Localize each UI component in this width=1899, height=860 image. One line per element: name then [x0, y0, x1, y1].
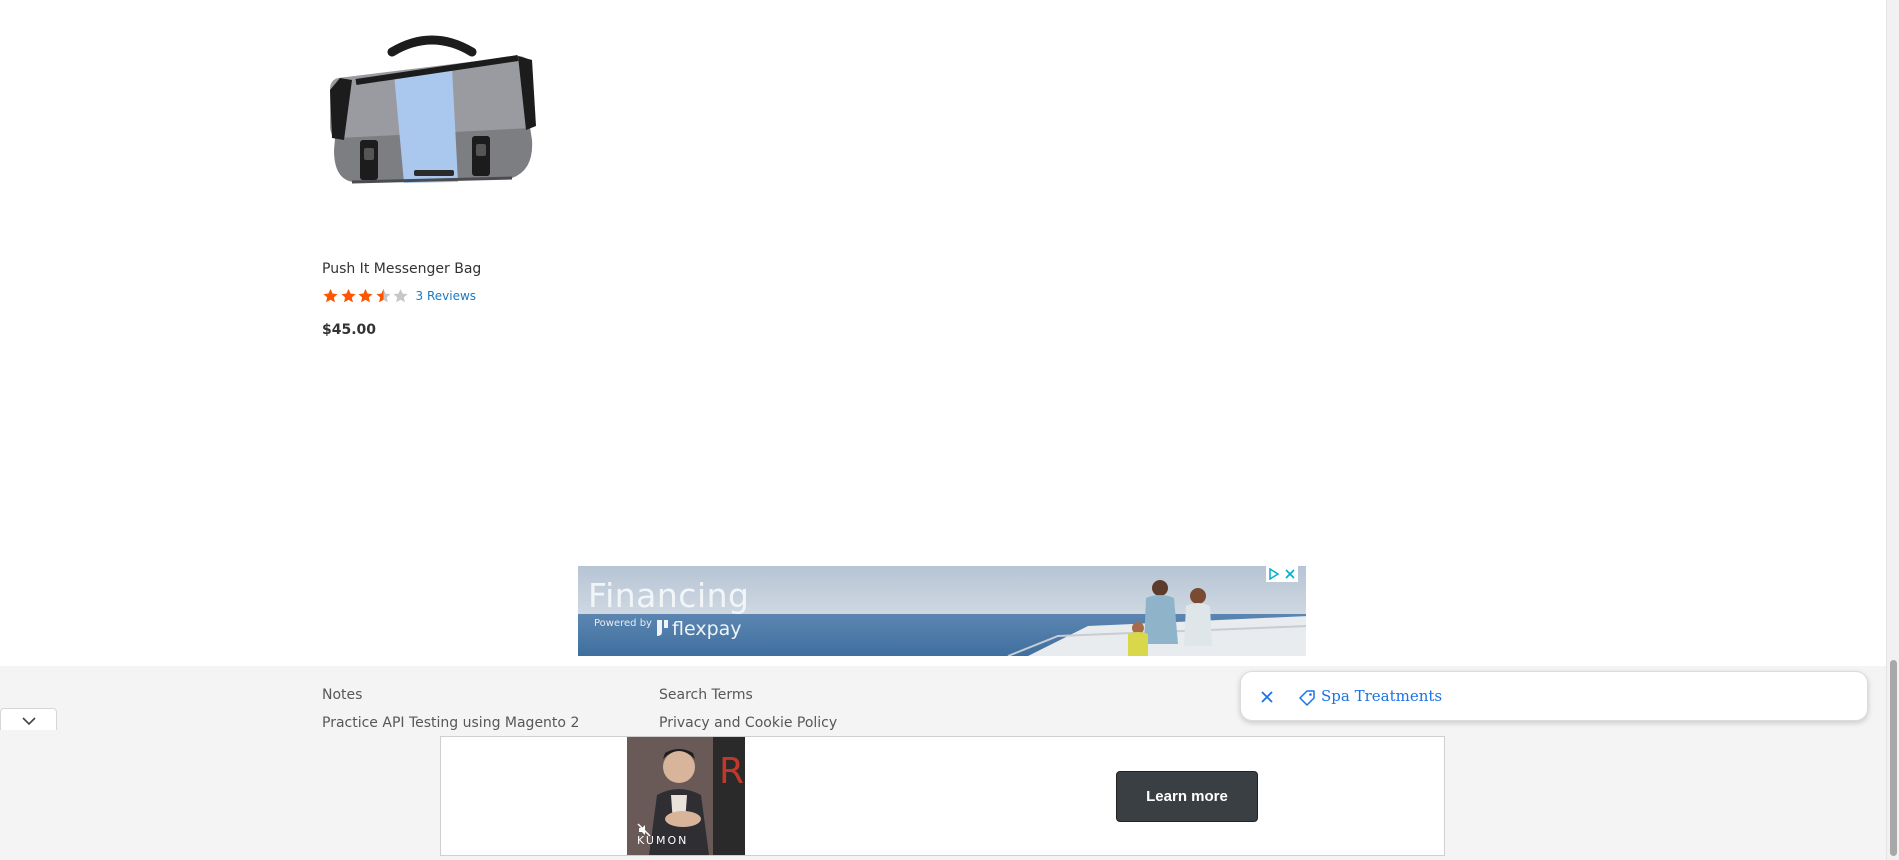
close-ad-icon[interactable] — [1284, 566, 1296, 584]
footer-link-notes[interactable]: Notes — [322, 687, 362, 703]
product-image[interactable] — [322, 30, 542, 190]
footer-link-practice-api[interactable]: Practice API Testing using Magento 2 — [322, 715, 579, 731]
ad-video[interactable]: R KUMON — [627, 737, 745, 855]
product-card: Push It Messenger Bag 3 Reviews $45.00 — [322, 30, 542, 338]
suggestion-pill[interactable]: Spa Treatments — [1240, 671, 1868, 721]
scrollbar-thumb[interactable] — [1890, 660, 1897, 856]
rating-stars — [322, 288, 410, 304]
suggestion-label[interactable]: Spa Treatments — [1321, 687, 1442, 705]
tag-icon — [1299, 690, 1315, 706]
footer-link-search-terms[interactable]: Search Terms — [659, 687, 753, 703]
family-illustration — [1128, 580, 1212, 656]
bottom-video-ad[interactable]: R KUMON Learn more — [440, 736, 1445, 856]
flexpay-logo-icon — [657, 620, 668, 636]
learn-more-button[interactable]: Learn more — [1116, 771, 1258, 822]
star-icon — [322, 288, 340, 304]
banner-title: Financing — [588, 576, 750, 615]
footer-link-privacy[interactable]: Privacy and Cookie Policy — [659, 715, 837, 731]
svg-text:R: R — [719, 751, 744, 792]
page-scrollbar[interactable] — [1886, 0, 1899, 860]
star-icon — [357, 288, 375, 304]
collapse-ad-button[interactable] — [0, 708, 57, 732]
financing-banner-ad[interactable]: Financing Powered by flexpay — [578, 566, 1306, 656]
chevron-down-icon — [21, 711, 36, 730]
reviews-link[interactable]: 3 Reviews — [416, 289, 477, 303]
product-name-link[interactable]: Push It Messenger Bag — [322, 261, 481, 277]
product-price: $45.00 — [322, 322, 377, 338]
star-icon — [340, 288, 358, 304]
banner-brand: flexpay — [672, 618, 742, 640]
product-rating: 3 Reviews — [322, 288, 476, 304]
ad-video-brand: KUMON — [637, 834, 689, 847]
adchoices-controls — [1266, 566, 1298, 582]
close-icon[interactable] — [1257, 687, 1277, 707]
adchoices-icon[interactable] — [1268, 566, 1280, 584]
star-icon — [392, 288, 410, 304]
star-icon — [375, 288, 393, 304]
banner-powered-by: Powered by — [594, 618, 652, 629]
